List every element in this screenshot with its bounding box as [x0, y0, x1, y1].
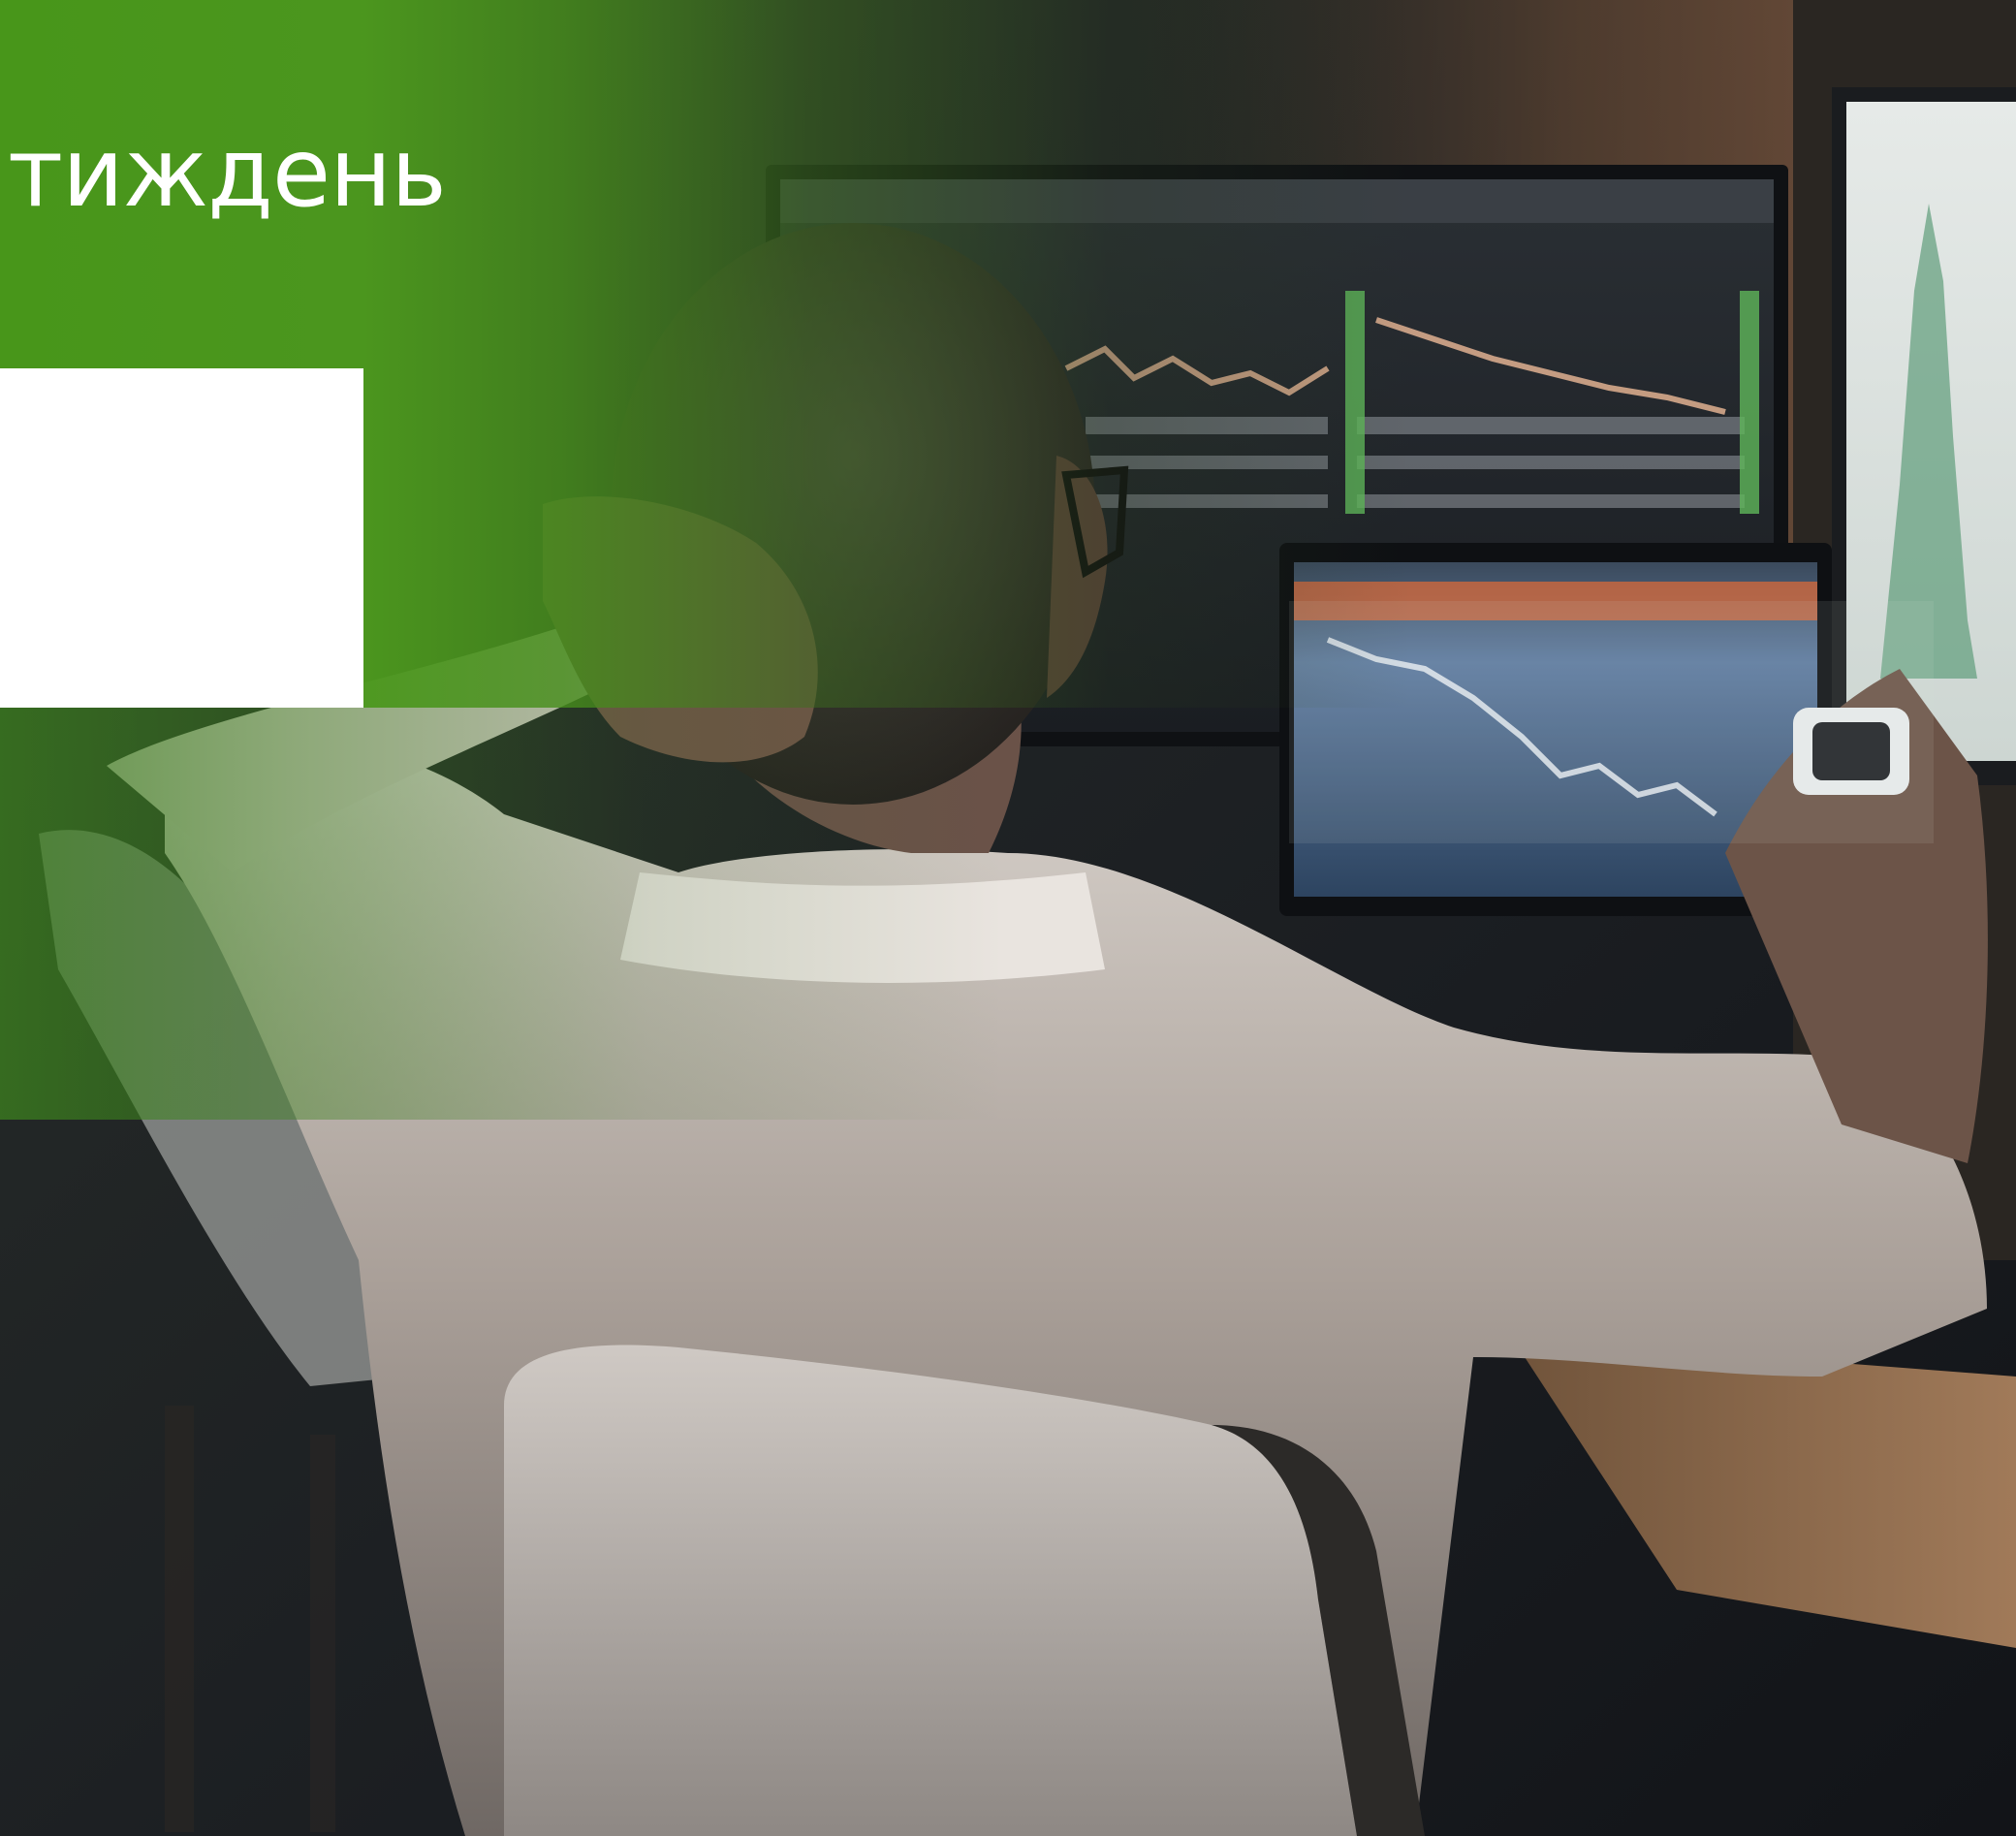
- white-panel: [0, 368, 363, 708]
- background-photo: [0, 0, 2016, 1836]
- page: тиждень: [0, 0, 2016, 1836]
- page-title: тиждень: [8, 118, 447, 229]
